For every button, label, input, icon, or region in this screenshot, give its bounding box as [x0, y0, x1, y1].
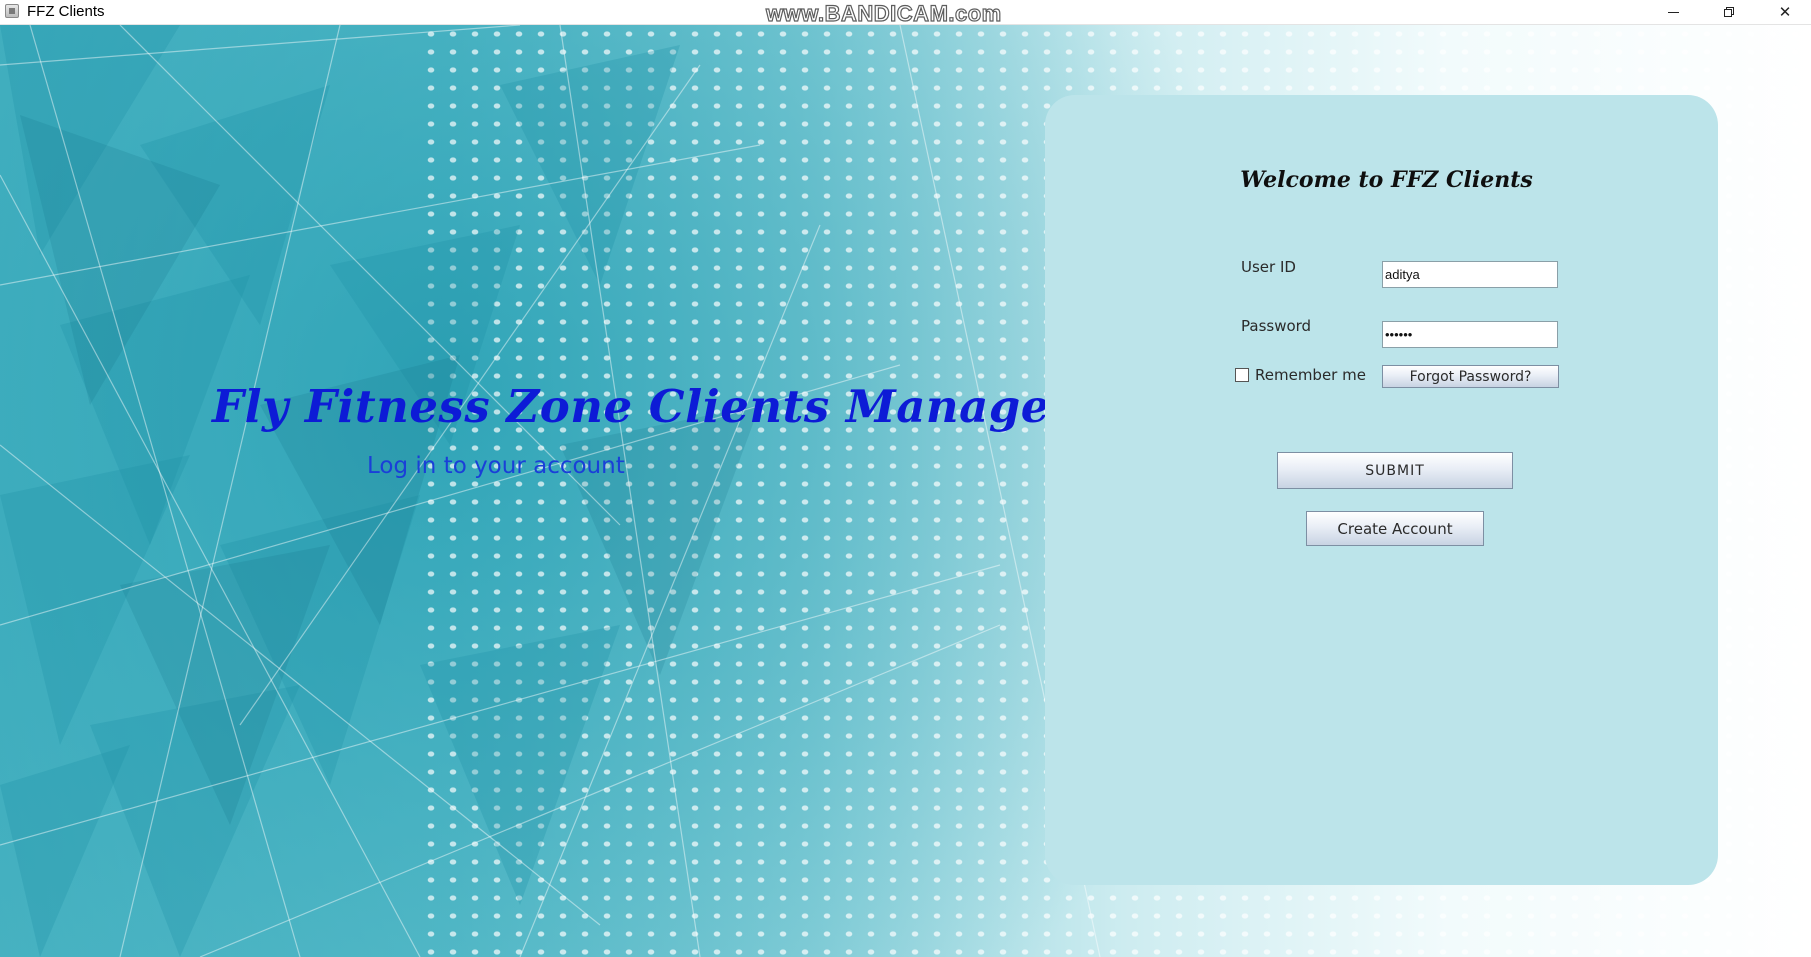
- close-icon: ✕: [1778, 3, 1792, 21]
- user-id-input[interactable]: [1382, 261, 1558, 288]
- login-screen: Fly Fitness Zone Clients Manager Log in …: [0, 25, 1811, 957]
- window-title: FFZ Clients: [27, 3, 105, 20]
- java-app-icon: [5, 4, 19, 18]
- app-brand-title: Fly Fitness Zone Clients Manager: [212, 380, 1075, 433]
- remember-me-label: Remember me: [1255, 366, 1366, 384]
- remember-me-checkbox[interactable]: [1235, 368, 1249, 382]
- restore-button[interactable]: [1706, 0, 1752, 24]
- restore-icon: [1724, 7, 1734, 17]
- submit-button[interactable]: SUBMIT: [1277, 452, 1513, 489]
- app-window: FFZ Clients www.BANDICAM.com ✕ Fly Fitne…: [0, 0, 1811, 957]
- title-bar[interactable]: FFZ Clients www.BANDICAM.com ✕: [0, 0, 1811, 25]
- password-label: Password: [1241, 317, 1312, 335]
- forgot-password-button[interactable]: Forgot Password?: [1382, 365, 1559, 388]
- user-id-label: User ID: [1241, 258, 1296, 276]
- minimize-icon: [1667, 11, 1679, 13]
- login-panel: Welcome to FFZ Clients User ID Password …: [1045, 95, 1718, 885]
- login-subtitle: Log in to your account: [367, 453, 625, 479]
- create-account-button[interactable]: Create Account: [1306, 511, 1484, 546]
- welcome-heading: Welcome to FFZ Clients: [1240, 167, 1533, 193]
- bandicam-watermark: www.BANDICAM.com: [765, 1, 1002, 26]
- remember-me-option[interactable]: Remember me: [1235, 366, 1366, 384]
- password-input[interactable]: [1382, 321, 1558, 348]
- close-button[interactable]: ✕: [1762, 0, 1808, 24]
- minimize-button[interactable]: [1650, 0, 1696, 24]
